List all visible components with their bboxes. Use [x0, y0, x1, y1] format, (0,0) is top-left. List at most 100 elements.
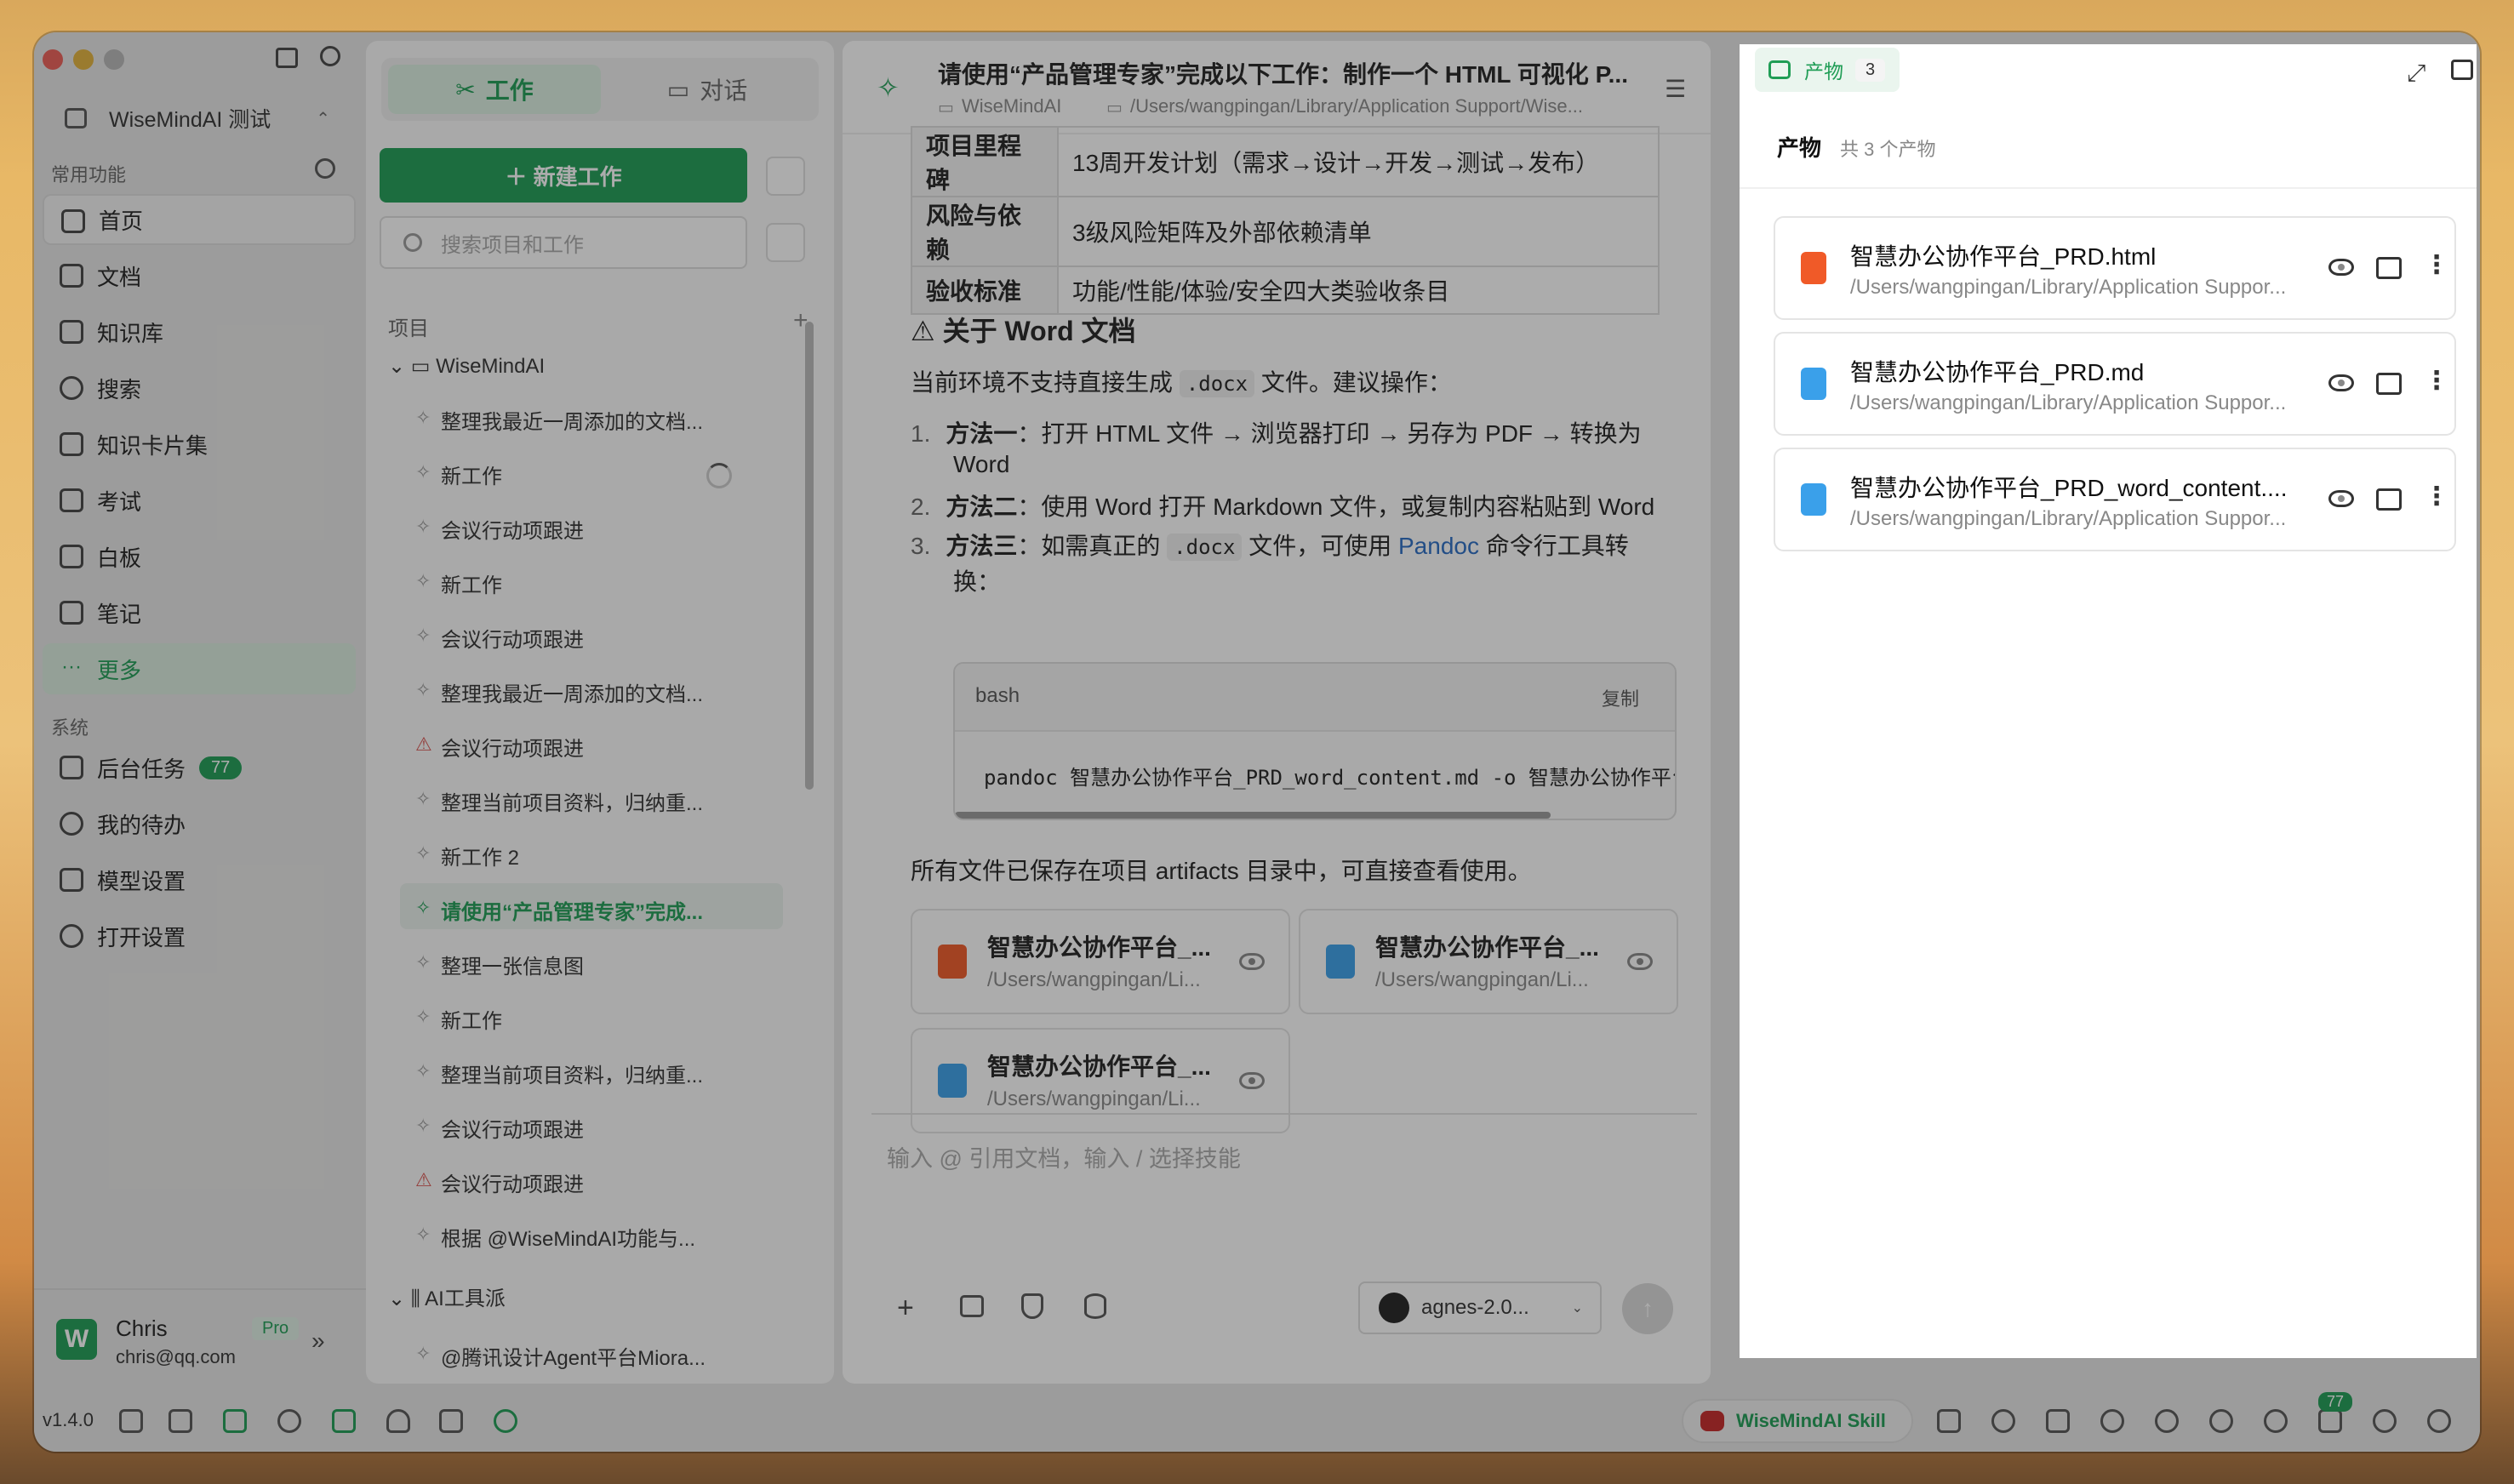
search-icon	[403, 233, 422, 252]
help-icon[interactable]	[2373, 1409, 2397, 1433]
project-search-input[interactable]: 搜索项目和工作	[380, 216, 747, 269]
edit-icon[interactable]	[2046, 1409, 2070, 1433]
nav-more[interactable]: ··· 更多	[43, 643, 356, 694]
more-options-icon[interactable]: ⋮	[2424, 482, 2449, 511]
user-profile[interactable]: W Chris chris@qq.com Pro »	[34, 1288, 366, 1382]
list-item[interactable]: ✧ 整理我最近一周添加的文档...	[415, 405, 703, 435]
nav-whiteboard[interactable]: 白板	[43, 531, 356, 582]
artifact-card[interactable]: 智慧办公协作平台_PRD_word_content.... /Users/wan…	[1774, 448, 2456, 551]
nav-background-tasks[interactable]: 后台任务 77	[43, 742, 356, 793]
link-icon[interactable]	[1991, 1409, 2015, 1433]
list-item[interactable]: ✧ 根据 @WiseMindAI功能与...	[415, 1222, 695, 1252]
download-folder-icon[interactable]	[2376, 488, 2402, 511]
nav-model-settings[interactable]: 模型设置	[43, 854, 356, 905]
package-icon[interactable]	[332, 1409, 356, 1433]
artifact-card[interactable]: 智慧办公协作平台_PRD.html /Users/wangpingan/Libr…	[1774, 216, 2456, 320]
list-item[interactable]: ✧ 新工作	[415, 568, 502, 598]
list-item[interactable]: ✧ @腾讯设计Agent平台Miora...	[415, 1341, 706, 1371]
search-icon[interactable]	[2155, 1409, 2179, 1433]
nav-home[interactable]: 首页	[43, 194, 356, 245]
palette-icon[interactable]	[494, 1409, 517, 1433]
table-row: 验收标准 功能/性能/体验/安全四大类验收条目	[911, 265, 1660, 315]
more-options-icon[interactable]: ⋮	[2424, 250, 2449, 280]
add-icon[interactable]: +	[897, 1292, 914, 1325]
list-item[interactable]: ✧ 整理当前项目资料，归纳重...	[415, 786, 703, 816]
document-icon	[60, 264, 83, 288]
brain-icon[interactable]	[277, 1409, 301, 1433]
chevron-right-icon[interactable]: »	[311, 1327, 325, 1355]
workspace-switcher[interactable]: WiseMindAI 测试 ⌃	[58, 97, 347, 140]
bell-icon[interactable]	[386, 1409, 410, 1433]
list-item[interactable]: ✧ 整理当前项目资料，归纳重...	[415, 1059, 703, 1088]
check-circle-icon[interactable]	[2264, 1409, 2288, 1433]
new-work-button[interactable]: ＋ 新建工作	[380, 148, 747, 203]
list-item[interactable]: ✧ 整理我最近一周添加的文档...	[415, 677, 703, 707]
sidebar-toggle-icon[interactable]	[276, 48, 298, 68]
filter-icon[interactable]	[766, 223, 805, 262]
preview-eye-icon[interactable]	[1239, 953, 1265, 970]
list-item[interactable]: ✧ 新工作	[415, 1004, 502, 1034]
layout-icon[interactable]	[169, 1409, 192, 1433]
nav-my-todos[interactable]: 我的待办	[43, 798, 356, 849]
download-folder-icon[interactable]	[2376, 257, 2402, 279]
file-card[interactable]: 智慧办公协作平台_... /Users/wangpingan/Li...	[911, 909, 1290, 1014]
zoom-search-icon[interactable]	[2100, 1409, 2124, 1433]
pandoc-link[interactable]: Pandoc	[1398, 533, 1479, 559]
shield-icon[interactable]	[1021, 1293, 1043, 1319]
list-item[interactable]: ✧ 新工作	[415, 459, 502, 489]
panel-icon[interactable]	[960, 1295, 984, 1317]
search-icon[interactable]	[320, 46, 340, 66]
nav-search[interactable]: 搜索	[43, 362, 356, 414]
list-item[interactable]: ✧ 整理一张信息图	[415, 950, 584, 979]
artifact-card[interactable]: 智慧办公协作平台_PRD.md /Users/wangpingan/Librar…	[1774, 332, 2456, 436]
terminal-icon[interactable]	[223, 1409, 247, 1433]
list-item[interactable]: ✧ 请使用“产品管理专家”完成...	[415, 895, 703, 925]
settings-gear-icon[interactable]	[2427, 1409, 2451, 1433]
preview-eye-icon[interactable]	[2328, 259, 2354, 276]
wisemindai-skill-button[interactable]: WiseMindAI Skill	[1682, 1399, 1913, 1443]
calendar-icon[interactable]	[766, 157, 805, 196]
tab-chat[interactable]: ▭ 对话	[601, 65, 814, 114]
model-selector[interactable]: agnes-2.0... ⌄	[1358, 1281, 1602, 1334]
message-input[interactable]: 输入 @ 引用文档，输入 / 选择技能	[887, 1140, 1241, 1173]
new-file-icon[interactable]	[1937, 1409, 1961, 1433]
list-item[interactable]: ✧ 会议行动项跟进	[415, 514, 584, 544]
list-item[interactable]: ✧ 会议行动项跟进	[415, 623, 584, 653]
megaphone-icon[interactable]	[439, 1409, 463, 1433]
nav-documents[interactable]: 文档	[43, 250, 356, 301]
nav-knowledge-cards[interactable]: 知识卡片集	[43, 419, 356, 470]
tab-work[interactable]: ✂ 工作	[388, 65, 601, 114]
preview-eye-icon[interactable]	[2328, 490, 2354, 507]
project-group-ai-tools[interactable]: ⌄ ⫼ AI工具派	[388, 1281, 506, 1311]
database-icon[interactable]	[1084, 1293, 1106, 1319]
code-scrollbar[interactable]	[955, 812, 1551, 819]
expand-icon[interactable]: ⤢	[2407, 60, 2425, 88]
nav-notes[interactable]: 笔记	[43, 587, 356, 638]
settings-gear-icon[interactable]	[315, 158, 335, 179]
artifacts-tab[interactable]: 产物 3	[1755, 48, 1900, 92]
file-card[interactable]: 智慧办公协作平台_... /Users/wangpingan/Li...	[1299, 909, 1678, 1014]
preview-eye-icon[interactable]	[1627, 953, 1653, 970]
nav-exam[interactable]: 考试	[43, 475, 356, 526]
preview-eye-icon[interactable]	[1239, 1072, 1265, 1089]
download-folder-icon[interactable]	[2376, 373, 2402, 395]
settings-sliders-icon[interactable]: ☰	[1665, 75, 1686, 103]
copy-code-button[interactable]: 复制	[1602, 684, 1639, 711]
preview-eye-icon[interactable]	[2328, 374, 2354, 391]
more-options-icon[interactable]: ⋮	[2424, 366, 2449, 396]
project-group-wisemindai[interactable]: ⌄ ▭ WiseMindAI	[388, 354, 545, 379]
list-item[interactable]: ⚠ 会议行动项跟进	[415, 1167, 584, 1197]
tasks-list-icon[interactable]	[2318, 1409, 2342, 1433]
word-intro: 当前环境不支持直接生成 .docx 文件。建议操作：	[911, 369, 1452, 397]
list-item[interactable]: ✧ 会议行动项跟进	[415, 1113, 584, 1143]
sidebar-panel-icon[interactable]	[2451, 60, 2473, 80]
scrollbar[interactable]	[805, 322, 814, 790]
list-item[interactable]: ✧ 新工作 2	[415, 841, 519, 870]
cube-icon	[60, 868, 83, 892]
send-button[interactable]: ↑	[1622, 1283, 1673, 1334]
comment-icon[interactable]	[2209, 1409, 2233, 1433]
nav-knowledge-base[interactable]: 知识库	[43, 306, 356, 357]
nav-open-settings[interactable]: 打开设置	[43, 910, 356, 962]
fullscreen-icon[interactable]	[119, 1409, 143, 1433]
list-item[interactable]: ⚠ 会议行动项跟进	[415, 732, 584, 762]
